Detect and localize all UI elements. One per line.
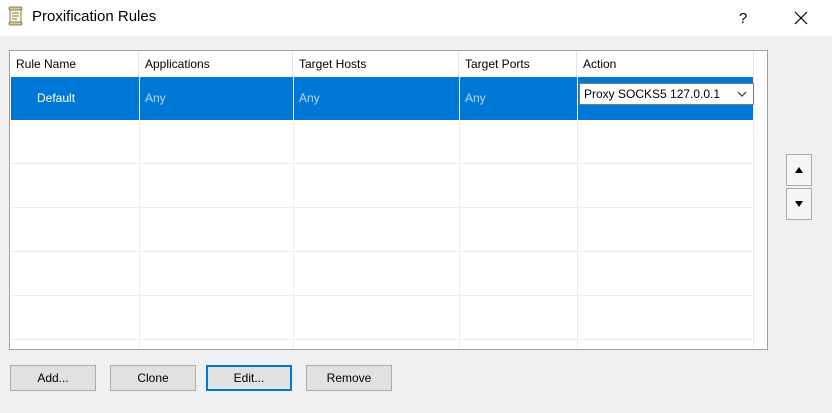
- column-header-action[interactable]: Action: [577, 51, 754, 77]
- grid-line: [11, 207, 753, 208]
- action-dropdown[interactable]: Proxy SOCKS5 127.0.0.1: [579, 83, 754, 105]
- action-dropdown-value: Proxy SOCKS5 127.0.0.1: [584, 87, 721, 101]
- arrow-down-icon: [795, 201, 803, 207]
- title-bar: Proxification Rules ?: [0, 0, 832, 36]
- grid-line: [11, 163, 753, 164]
- help-button[interactable]: ?: [720, 0, 766, 36]
- cell-separator: [577, 77, 578, 120]
- move-up-button[interactable]: [786, 154, 812, 186]
- cell-rule-name: Default: [37, 91, 76, 105]
- edit-button[interactable]: Edit...: [206, 365, 292, 391]
- close-button[interactable]: [778, 0, 824, 36]
- move-down-button[interactable]: [786, 188, 812, 220]
- column-header-target-hosts[interactable]: Target Hosts: [293, 51, 459, 77]
- grid-line: [753, 77, 754, 349]
- column-header-target-ports[interactable]: Target Ports: [459, 51, 577, 77]
- grid-line: [11, 251, 753, 252]
- column-header-rule-name[interactable]: Rule Name: [10, 51, 139, 77]
- close-x-icon: [794, 11, 808, 25]
- grid-line: [11, 339, 753, 340]
- add-button[interactable]: Add...: [10, 365, 96, 391]
- window-title: Proxification Rules: [32, 8, 157, 25]
- cell-target-hosts: Any: [299, 91, 320, 105]
- table-row-default[interactable]: Default Any Any Any Proxy SOCKS5 127.0.0…: [11, 77, 754, 120]
- rules-table[interactable]: Rule Name Applications Target Hosts Targ…: [9, 50, 768, 350]
- remove-button[interactable]: Remove: [306, 365, 392, 391]
- column-header-applications[interactable]: Applications: [139, 51, 293, 77]
- cell-applications: Any: [145, 91, 166, 105]
- cell-target-ports: Any: [465, 91, 486, 105]
- chevron-down-icon: [737, 91, 747, 97]
- grid-line: [11, 295, 753, 296]
- scroll-document-icon: [8, 6, 23, 26]
- arrow-up-icon: [795, 167, 803, 173]
- clone-button[interactable]: Clone: [110, 365, 196, 391]
